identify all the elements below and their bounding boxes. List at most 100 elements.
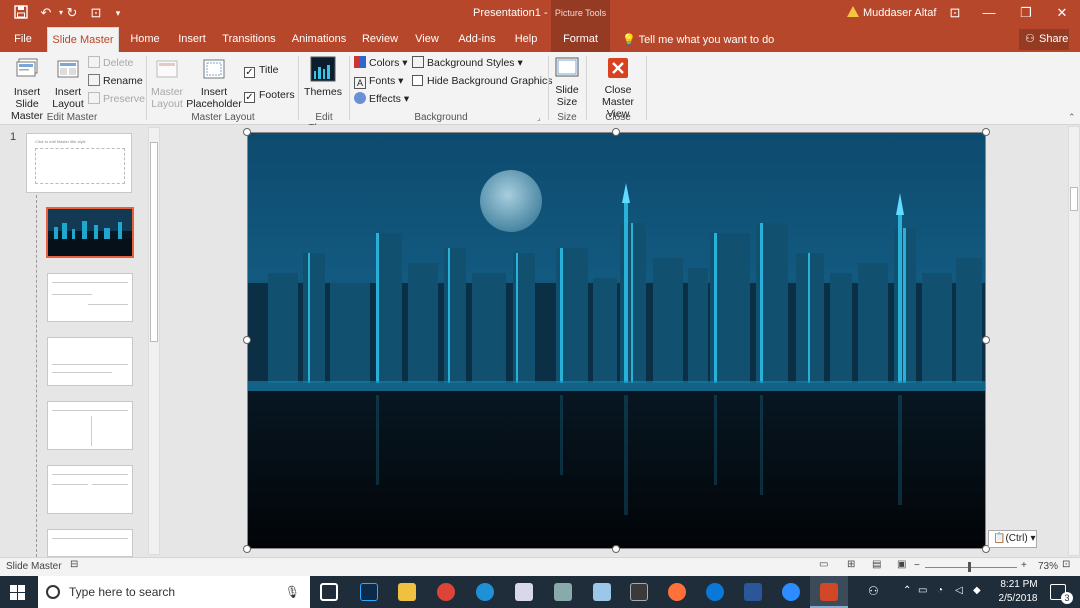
tab-home[interactable]: Home: [125, 27, 165, 52]
ribbon: Insert Slide Master Insert Layout Delete…: [0, 52, 1080, 134]
taskbar-search-box[interactable]: Type here to search 🎙: [38, 576, 310, 608]
firefox-icon[interactable]: [668, 583, 686, 601]
resize-handle[interactable]: [243, 336, 251, 344]
app-icon[interactable]: [515, 583, 533, 601]
zoom-app-icon[interactable]: [782, 583, 800, 601]
slideshow-icon[interactable]: ▣: [897, 559, 906, 570]
layout-thumbnail[interactable]: [47, 401, 133, 450]
themes-button[interactable]: Themes: [302, 55, 344, 98]
task-view-icon[interactable]: [320, 583, 338, 601]
photoshop-icon[interactable]: [360, 583, 378, 601]
tab-insert[interactable]: Insert: [172, 27, 212, 52]
app-icon[interactable]: [554, 583, 572, 601]
accessibility-icon[interactable]: ⊟: [70, 559, 78, 570]
zoom-slider[interactable]: [925, 567, 1017, 568]
app-icon[interactable]: [593, 583, 611, 601]
insert-placeholder-button[interactable]: Insert Placeholder: [186, 56, 242, 110]
tell-me-box[interactable]: 💡 Tell me what you want to do: [622, 33, 774, 46]
hide-background-graphics-checkbox[interactable]: Hide Background Graphics: [412, 73, 552, 89]
layout-thumbnail[interactable]: [47, 529, 133, 557]
restore-icon[interactable]: ❐: [1008, 0, 1044, 27]
background-dialog-launcher-icon[interactable]: ⌟: [537, 113, 541, 122]
layout-thumbnail-selected[interactable]: [46, 207, 134, 258]
layout-thumbnail[interactable]: [47, 273, 133, 322]
resize-handle[interactable]: [612, 545, 620, 553]
group-separator: [298, 56, 299, 120]
background-styles-icon: [412, 56, 424, 68]
windows-start-icon[interactable]: [10, 585, 25, 600]
tab-review[interactable]: Review: [358, 27, 402, 52]
fit-to-window-icon[interactable]: ⊡: [1062, 559, 1070, 570]
preserve-button[interactable]: Preserve: [88, 91, 145, 107]
minimize-icon[interactable]: —: [971, 0, 1007, 27]
zoom-level[interactable]: 73%: [1038, 561, 1058, 572]
tab-add-ins[interactable]: Add-ins: [452, 27, 502, 52]
internet-explorer-icon[interactable]: [476, 583, 494, 601]
edge-icon[interactable]: [706, 583, 724, 601]
powerpoint-taskbar-button[interactable]: [810, 576, 848, 608]
zoom-in-icon[interactable]: +: [1021, 560, 1027, 571]
resize-handle[interactable]: [982, 128, 990, 136]
resize-handle[interactable]: [982, 336, 990, 344]
thumbnail-scroll-thumb[interactable]: [150, 142, 158, 342]
app-icon[interactable]: [630, 583, 648, 601]
zoom-slider-thumb[interactable]: [968, 562, 971, 572]
normal-view-icon[interactable]: ▭: [819, 559, 828, 570]
tab-view[interactable]: View: [409, 27, 445, 52]
layout-thumbnail[interactable]: [47, 465, 133, 514]
paste-options-button[interactable]: 📋(Ctrl) ▾: [988, 530, 1037, 548]
tab-file[interactable]: File: [6, 27, 40, 52]
slide-sorter-icon[interactable]: ⊞: [847, 559, 855, 570]
tab-format[interactable]: Format: [551, 27, 610, 52]
tab-transitions[interactable]: Transitions: [218, 27, 280, 52]
volume-icon[interactable]: ◁: [955, 585, 963, 596]
layout-thumbnail[interactable]: [47, 337, 133, 386]
ribbon-display-options-icon[interactable]: ⊡: [937, 0, 973, 27]
microphone-icon[interactable]: 🎙: [285, 576, 300, 608]
footers-checkbox[interactable]: ✓ Footers: [244, 87, 295, 103]
wifi-icon[interactable]: ◔: [937, 585, 943, 596]
fonts-dropdown[interactable]: A Fonts ▾: [354, 73, 403, 89]
battery-icon[interactable]: ▭: [918, 585, 927, 596]
reading-view-icon[interactable]: ▤: [872, 559, 881, 570]
effects-dropdown[interactable]: Effects ▾: [354, 91, 409, 107]
city-night-image[interactable]: [248, 133, 986, 549]
chrome-icon[interactable]: [437, 583, 455, 601]
dropbox-icon[interactable]: ◆: [973, 585, 981, 596]
user-name[interactable]: Muddaser Altaf: [863, 7, 936, 19]
zoom-out-icon[interactable]: −: [914, 560, 920, 571]
insert-layout-button[interactable]: Insert Layout: [52, 56, 84, 110]
slide-canvas[interactable]: [247, 132, 986, 549]
thumbnail-scrollbar[interactable]: [148, 127, 160, 555]
word-icon[interactable]: [744, 583, 762, 601]
resize-handle[interactable]: [612, 128, 620, 136]
people-icon[interactable]: ⚇: [868, 584, 879, 598]
share-button[interactable]: ⚇ Share: [1019, 29, 1069, 50]
file-explorer-icon[interactable]: [398, 583, 416, 601]
background-styles-dropdown[interactable]: Background Styles ▾: [412, 55, 523, 71]
master-layout-button[interactable]: Master Layout: [150, 56, 184, 110]
slide-scroll-thumb[interactable]: [1070, 187, 1078, 211]
colors-dropdown[interactable]: Colors ▾: [354, 55, 408, 71]
clock-time[interactable]: 8:21 PM: [998, 579, 1040, 590]
close-icon[interactable]: ✕: [1044, 0, 1080, 27]
delete-button[interactable]: Delete: [88, 55, 133, 71]
title-checkbox[interactable]: ✓ Title: [244, 62, 278, 78]
slide-scrollbar[interactable]: [1068, 126, 1080, 556]
tab-slide-master[interactable]: Slide Master: [47, 27, 119, 52]
tab-animations[interactable]: Animations: [287, 27, 351, 52]
insert-layout-icon: [57, 60, 79, 78]
rename-button[interactable]: Rename: [88, 73, 143, 89]
collapse-ribbon-icon[interactable]: ⌃: [1068, 112, 1076, 123]
resize-handle[interactable]: [243, 545, 251, 553]
master-thumbnail[interactable]: Click to edit Master title style: [26, 133, 132, 193]
clock-date[interactable]: 2/5/2018: [993, 593, 1043, 604]
show-hidden-icons[interactable]: ⌃: [903, 585, 911, 596]
city-thumbnail-image: [48, 209, 132, 256]
close-master-view-button[interactable]: Close Master View: [590, 55, 646, 120]
slide-size-button[interactable]: Slide Size: [551, 55, 583, 108]
resize-handle[interactable]: [243, 128, 251, 136]
status-bar: Slide Master ⊟ ▭ ⊞ ▤ ▣ − + 73% ⊡: [0, 557, 1080, 576]
preserve-label: Preserve: [103, 93, 146, 105]
tab-help[interactable]: Help: [508, 27, 544, 52]
